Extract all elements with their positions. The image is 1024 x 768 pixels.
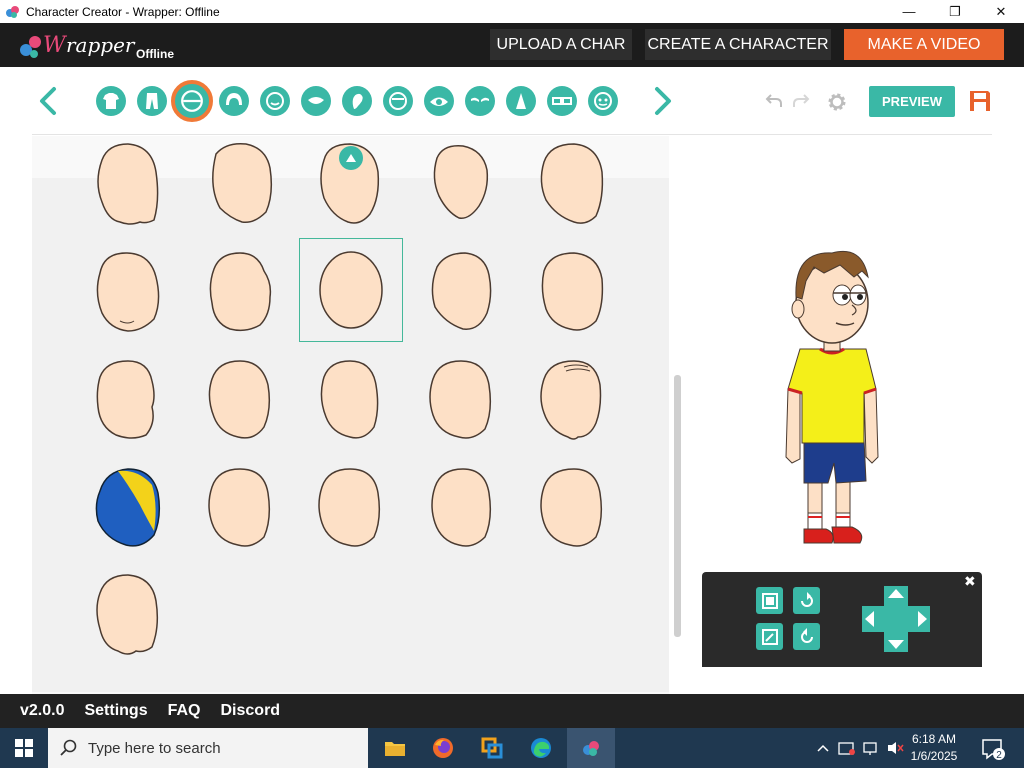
head-option[interactable]: [76, 564, 180, 668]
scroll-up-button[interactable]: [339, 146, 363, 170]
category-toolbar: PREVIEW: [0, 67, 1024, 135]
firefox-icon[interactable]: [419, 728, 467, 768]
tray-volume-muted-icon[interactable]: [884, 728, 906, 768]
version-label: v2.0.0: [20, 702, 65, 719]
footer-settings-link[interactable]: Settings: [84, 702, 147, 720]
create-character-button[interactable]: CREATE A CHARACTER: [645, 29, 831, 60]
upper-body-icon[interactable]: [96, 86, 126, 116]
main-area: PREVIEW ✖: [0, 67, 1024, 733]
minimize-button[interactable]: —: [886, 0, 932, 23]
rotate-left-button[interactable]: [793, 587, 820, 614]
character-preview[interactable]: [780, 231, 890, 551]
window-titlebar: Character Creator - Wrapper: Offline — ❐…: [0, 0, 1024, 23]
head-option[interactable]: [520, 348, 624, 452]
edge-icon[interactable]: [517, 728, 565, 768]
settings-gear-icon[interactable]: [825, 90, 849, 114]
app-footer: v2.0.0 Settings FAQ Discord: [0, 694, 1024, 728]
tray-security-icon[interactable]: [836, 728, 858, 768]
character-stage: [684, 136, 992, 636]
wrapper-taskbar-icon[interactable]: [567, 728, 615, 768]
windows-logo-icon: [15, 739, 33, 757]
prev-category-arrow-icon[interactable]: [36, 85, 60, 117]
grid-scrollbar[interactable]: [674, 375, 681, 637]
start-button[interactable]: [0, 728, 48, 768]
head-option[interactable]: [188, 348, 292, 452]
wrapper-logo[interactable]: W rapper Offline: [16, 28, 186, 64]
transform-control-panel: ✖: [702, 572, 982, 667]
head-option[interactable]: [188, 136, 292, 237]
mouth-icon[interactable]: [301, 86, 331, 116]
tray-chevron-icon[interactable]: [814, 728, 832, 768]
close-panel-icon[interactable]: ✖: [964, 574, 978, 588]
ear-icon[interactable]: [342, 86, 372, 116]
face-shape-icon[interactable]: [260, 86, 290, 116]
svg-text:rapper: rapper: [66, 33, 136, 57]
head-option[interactable]: [76, 240, 180, 344]
head-option[interactable]: [409, 456, 513, 560]
accessories-icon[interactable]: [588, 86, 618, 116]
search-icon: [60, 739, 77, 756]
head-option[interactable]: [520, 456, 624, 560]
taskbar-search[interactable]: Type here to search: [48, 728, 368, 768]
head-shape-icon[interactable]: [171, 80, 213, 122]
head-option[interactable]: [76, 136, 180, 237]
eyebrows-icon[interactable]: [465, 86, 495, 116]
footer-faq-link[interactable]: FAQ: [168, 702, 201, 720]
app-header: W rapper Offline UPLOAD A CHAR CREATE A …: [0, 23, 1024, 67]
head-option[interactable]: [409, 240, 513, 344]
head-option-helmet[interactable]: [76, 456, 180, 560]
clock-time: 6:18 AM: [911, 732, 957, 746]
preview-button[interactable]: PREVIEW: [869, 86, 955, 117]
head-shape-grid: [32, 136, 669, 733]
scale-down-button[interactable]: [756, 623, 783, 650]
redo-icon[interactable]: [792, 93, 810, 109]
svg-text:Offline: Offline: [136, 47, 174, 61]
head-option[interactable]: [520, 240, 624, 344]
glasses-icon[interactable]: [547, 86, 577, 116]
windows-taskbar: Type here to search 6:18 AM 1/6/2025 2: [0, 728, 1024, 768]
window-title: Character Creator - Wrapper: Offline: [26, 4, 220, 19]
eye-shape-icon[interactable]: [383, 86, 413, 116]
taskbar-clock[interactable]: 6:18 AM 1/6/2025: [904, 731, 964, 765]
head-option[interactable]: [298, 456, 402, 560]
next-category-arrow-icon[interactable]: [651, 85, 675, 117]
close-window-button[interactable]: ✕: [978, 0, 1024, 23]
eyes-icon[interactable]: [424, 86, 454, 116]
maximize-button[interactable]: ❐: [932, 0, 978, 23]
toolbar-divider: [32, 134, 992, 135]
hair-icon[interactable]: [219, 86, 249, 116]
vmware-icon[interactable]: [468, 728, 516, 768]
search-placeholder: Type here to search: [88, 739, 221, 757]
notification-center-icon[interactable]: 2: [980, 736, 1006, 762]
undo-icon[interactable]: [765, 93, 783, 109]
scale-up-button[interactable]: [756, 587, 783, 614]
head-option[interactable]: [520, 136, 624, 237]
logo-w: W: [43, 33, 68, 58]
head-option[interactable]: [76, 348, 180, 452]
tray-network-icon[interactable]: [860, 728, 882, 768]
app-icon: [6, 5, 19, 18]
move-dpad-icon[interactable]: [862, 586, 930, 652]
head-option[interactable]: [298, 348, 402, 452]
head-option[interactable]: [409, 136, 513, 237]
head-option[interactable]: [188, 456, 292, 560]
clock-date: 1/6/2025: [910, 749, 958, 763]
head-option[interactable]: [409, 348, 513, 452]
upload-char-button[interactable]: UPLOAD A CHAR: [490, 29, 632, 60]
nose-icon[interactable]: [506, 86, 536, 116]
notification-count: 2: [996, 750, 1002, 761]
lower-body-icon[interactable]: [137, 86, 167, 116]
rotate-right-button[interactable]: [793, 623, 820, 650]
file-explorer-icon[interactable]: [371, 728, 419, 768]
head-option-selected[interactable]: [299, 238, 403, 342]
make-video-button[interactable]: MAKE A VIDEO: [844, 29, 1004, 60]
footer-discord-link[interactable]: Discord: [221, 702, 281, 720]
save-icon[interactable]: [968, 89, 992, 113]
head-option[interactable]: [188, 240, 292, 344]
